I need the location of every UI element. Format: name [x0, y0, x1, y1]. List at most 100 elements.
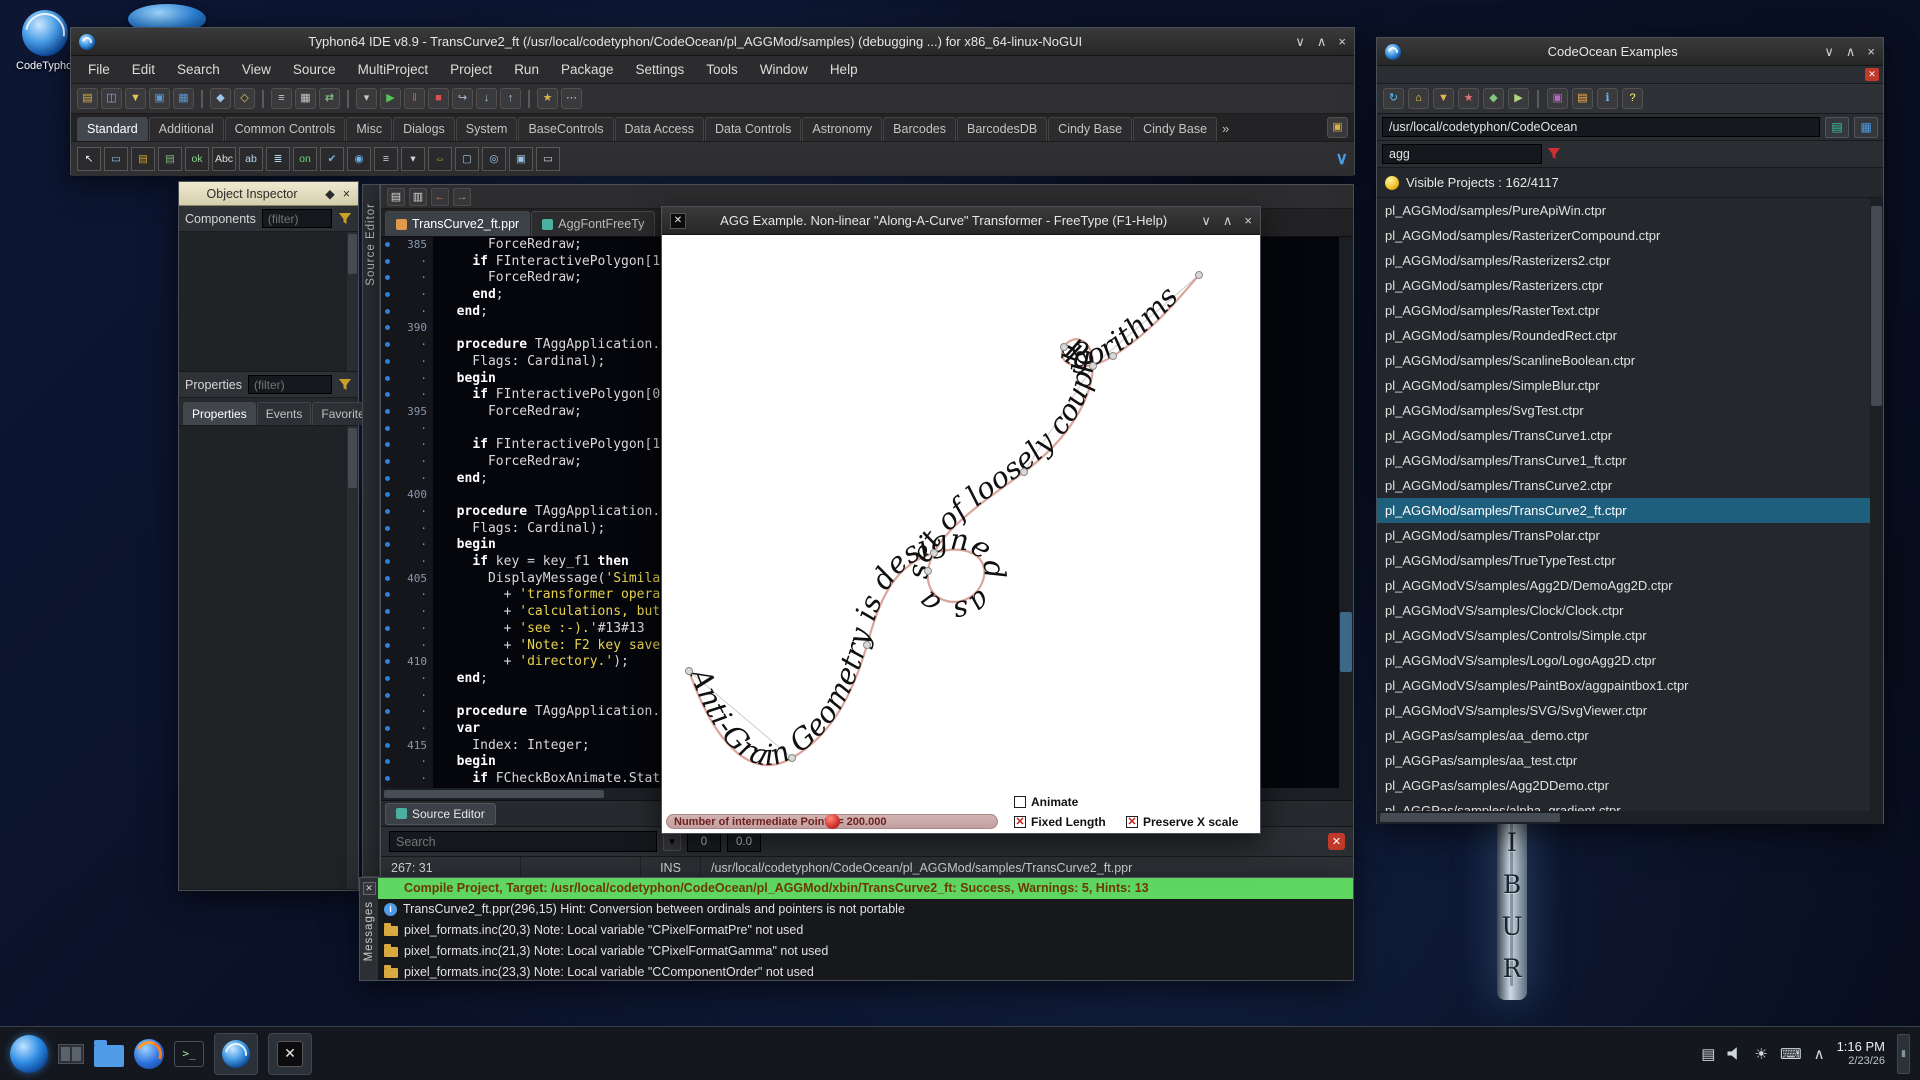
edit-icon[interactable]: ab [239, 147, 263, 171]
source-editor-bottom-tab[interactable]: Source Editor [385, 803, 496, 825]
gutter[interactable]: · [381, 721, 433, 738]
list-item[interactable]: pl_AGGMod/samples/TransPolar.ctpr [1377, 523, 1870, 548]
info-icon[interactable]: ℹ [1597, 88, 1618, 109]
maximize-icon[interactable]: ∧ [1846, 44, 1856, 60]
start-menu-icon[interactable] [10, 1035, 48, 1073]
combobox-icon[interactable]: ▾ [401, 147, 425, 171]
panel-icon[interactable]: ▭ [536, 147, 560, 171]
editor-tab[interactable]: AggFontFreeTy [531, 211, 655, 236]
list-item[interactable]: pl_AGGPas/samples/aa_demo.ctpr [1377, 723, 1870, 748]
palette-tab[interactable]: BaseControls [518, 117, 613, 141]
gutter[interactable]: · [381, 437, 433, 454]
spin-value-1[interactable]: 0 [687, 832, 721, 852]
gutter[interactable]: · [381, 604, 433, 621]
palette-tab[interactable]: System [456, 117, 518, 141]
menu-item[interactable]: Window [749, 58, 819, 81]
radiogroup-icon[interactable]: ◎ [482, 147, 506, 171]
gutter[interactable]: · [381, 754, 433, 771]
menu-item[interactable]: Edit [121, 58, 166, 81]
menu-item[interactable]: MultiProject [347, 58, 440, 81]
cursor-icon[interactable]: ↖ [77, 147, 101, 171]
path-input[interactable] [1382, 117, 1820, 137]
checkgroup-icon[interactable]: ▣ [509, 147, 533, 171]
list-item[interactable]: pl_AGGModVS/samples/Clock/Clock.ctpr [1377, 598, 1870, 623]
palette-tab[interactable]: Standard [77, 117, 148, 141]
checkbox-icon[interactable]: ✔ [320, 147, 344, 171]
open-project-icon[interactable]: ◇ [234, 88, 255, 109]
menu-item[interactable]: View [231, 58, 282, 81]
search-dropdown-icon[interactable]: ▾ [663, 833, 681, 851]
scrollbar-icon[interactable]: ⇔ [428, 147, 452, 171]
gutter[interactable]: 405 [381, 571, 433, 588]
docs-icon[interactable]: ▤ [1572, 88, 1593, 109]
list-item[interactable]: pl_AGGMod/samples/TransCurve2.ctpr [1377, 473, 1870, 498]
list-item[interactable]: pl_AGGMod/samples/TransCurve2_ft.ctpr [1377, 498, 1870, 523]
gutter[interactable]: · [381, 454, 433, 471]
run-icon[interactable]: ▶ [380, 88, 401, 109]
editor-vertical-scrollbar[interactable] [1339, 237, 1353, 788]
memo-icon[interactable]: ≣ [266, 147, 290, 171]
minimize-icon[interactable]: ∨ [1824, 44, 1834, 60]
gutter[interactable]: · [381, 354, 433, 371]
components-tree-scrollbar[interactable] [347, 232, 358, 371]
message-row[interactable]: TransCurve2_ft.ppr(296,15) Hint: Convers… [378, 899, 1353, 920]
gutter[interactable]: · [381, 304, 433, 321]
properties-grid[interactable] [179, 426, 358, 890]
fixed-length-checkbox[interactable]: ✕ Fixed Length [1014, 815, 1106, 829]
new-project-icon[interactable]: ◆ [210, 88, 231, 109]
build-mode-icon[interactable]: ▾ [356, 88, 377, 109]
points-slider[interactable]: Number of intermediate Points = 200.000 [666, 814, 998, 829]
agg-titlebar[interactable]: ✕ AGG Example. Non-linear "Along-A-Curve… [662, 207, 1260, 235]
palette-tab[interactable]: Cindy Base [1048, 117, 1132, 141]
step-over-icon[interactable]: ↪ [452, 88, 473, 109]
gutter[interactable]: · [381, 621, 433, 638]
preserve-x-scale-checkbox[interactable]: ✕ Preserve X scale [1126, 815, 1238, 829]
palette-tab[interactable]: Barcodes [883, 117, 956, 141]
list-item[interactable]: pl_AGGMod/samples/ScanlineBoolean.ctpr [1377, 348, 1870, 373]
build-icon[interactable]: ★ [537, 88, 558, 109]
save-all-icon[interactable]: ▦ [173, 88, 194, 109]
palette-tab[interactable]: Data Controls [705, 117, 801, 141]
inspector-tab[interactable]: Events [257, 402, 312, 425]
gutter[interactable]: · [381, 270, 433, 287]
palette-overflow-icon[interactable]: » [1222, 121, 1229, 136]
close-search-button[interactable]: ✕ [1328, 833, 1345, 850]
message-row[interactable]: pixel_formats.inc(23,3) Note: Local vari… [378, 961, 1353, 980]
palette-tab[interactable]: BarcodesDB [957, 117, 1047, 141]
pause-icon[interactable]: ‖ [404, 88, 425, 109]
gutter[interactable]: · [381, 771, 433, 788]
list-item[interactable]: pl_AGGPas/samples/Agg2DDemo.ctpr [1377, 773, 1870, 798]
examples-horizontal-scrollbar[interactable] [1377, 811, 1883, 824]
close-panel-red-button[interactable]: ✕ [1865, 68, 1879, 81]
gutter[interactable]: · [381, 254, 433, 271]
list-item[interactable]: pl_AGGMod/samples/TransCurve1.ctpr [1377, 423, 1870, 448]
list-item[interactable]: pl_AGGMod/samples/TrueTypeTest.ctpr [1377, 548, 1870, 573]
run-icon[interactable]: ▶ [1508, 88, 1529, 109]
menu-item[interactable]: Package [550, 58, 625, 81]
list-item[interactable]: pl_AGGMod/samples/TransCurve1_ft.ctpr [1377, 448, 1870, 473]
desktop-pager-icon[interactable] [58, 1044, 84, 1064]
task-codetyphon[interactable] [214, 1033, 258, 1075]
list-item[interactable]: pl_AGGModVS/samples/SVG/SvgViewer.ctpr [1377, 698, 1870, 723]
ide-titlebar[interactable]: Typhon64 IDE v8.9 - TransCurve2_ft (/usr… [71, 28, 1354, 56]
menu-item[interactable]: File [77, 58, 121, 81]
gutter[interactable]: 410 [381, 654, 433, 671]
menu-item[interactable]: Help [819, 58, 869, 81]
clipboard-icon[interactable]: ▤ [1701, 1045, 1715, 1063]
gutter[interactable]: · [381, 471, 433, 488]
menu-item[interactable]: Tools [695, 58, 749, 81]
gutter[interactable]: · [381, 671, 433, 688]
list-item[interactable]: pl_AGGMod/samples/RasterText.ctpr [1377, 298, 1870, 323]
palette-tab[interactable]: Common Controls [225, 117, 346, 141]
home-icon[interactable]: ⌂ [1408, 88, 1429, 109]
frame-icon[interactable]: ▭ [104, 147, 128, 171]
step-out-icon[interactable]: ↑ [500, 88, 521, 109]
list-item[interactable]: pl_AGGPas/samples/aa_test.ctpr [1377, 748, 1870, 773]
codeocean-titlebar[interactable]: CodeOcean Examples ∨ ∧ × [1377, 38, 1883, 66]
components-filter-input[interactable] [262, 209, 332, 228]
menu-item[interactable]: Settings [625, 58, 696, 81]
gutter[interactable]: · [381, 421, 433, 438]
gutter[interactable]: · [381, 504, 433, 521]
gutter[interactable]: 400 [381, 487, 433, 504]
browser-icon[interactable] [134, 1039, 164, 1069]
